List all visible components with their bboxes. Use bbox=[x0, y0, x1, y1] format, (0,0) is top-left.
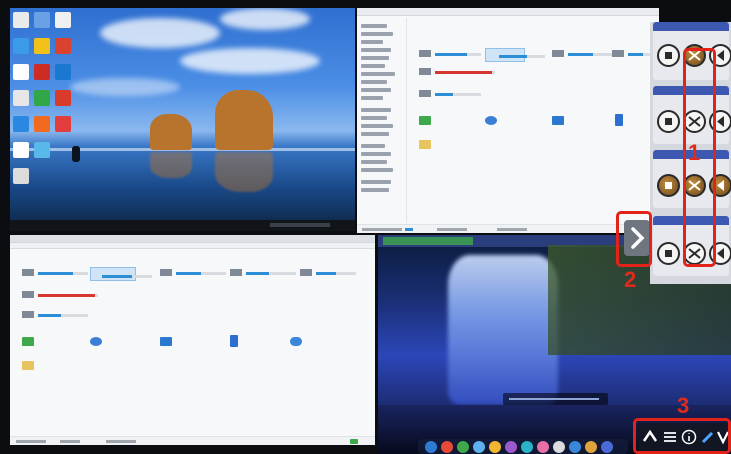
rock-arch bbox=[215, 90, 273, 150]
annotation-box-2 bbox=[616, 211, 652, 267]
dock-app-icon[interactable] bbox=[569, 441, 581, 453]
file-explorer-top-right bbox=[357, 8, 659, 233]
network-location-icon[interactable] bbox=[90, 337, 102, 346]
desktop-icon[interactable] bbox=[34, 64, 50, 80]
network-location-icon[interactable] bbox=[230, 335, 238, 347]
desktop-icon[interactable] bbox=[13, 116, 29, 132]
explorer-titlebar bbox=[10, 235, 375, 243]
waterfall bbox=[448, 255, 558, 405]
explorer-sidebar bbox=[357, 18, 407, 223]
explorer-titlebar bbox=[357, 8, 659, 16]
dock-app-icon[interactable] bbox=[457, 441, 469, 453]
network-location-icon[interactable] bbox=[615, 114, 623, 126]
dock-app-icon[interactable] bbox=[553, 441, 565, 453]
desktop-icon[interactable] bbox=[13, 90, 29, 106]
file-explorer-bottom-left bbox=[10, 235, 375, 445]
network-location-icon[interactable] bbox=[160, 337, 172, 346]
network-location-icon[interactable] bbox=[290, 337, 302, 346]
runner-figure bbox=[72, 146, 80, 162]
explorer-statusbar bbox=[10, 436, 375, 445]
desktop-top-left bbox=[10, 8, 355, 231]
annotation-label-2: 2 bbox=[624, 267, 637, 292]
dock-app-icon[interactable] bbox=[473, 441, 485, 453]
folder-icon[interactable] bbox=[419, 140, 431, 149]
desktop-icon[interactable] bbox=[34, 12, 50, 28]
dock-app-icon[interactable] bbox=[441, 441, 453, 453]
dock-app-icon[interactable] bbox=[585, 441, 597, 453]
network-location-icon[interactable] bbox=[552, 116, 564, 125]
dock-app-icon[interactable] bbox=[521, 441, 533, 453]
taskbar bbox=[10, 220, 355, 231]
explorer-statusbar bbox=[357, 224, 659, 233]
stop-icon[interactable] bbox=[657, 44, 680, 67]
desktop-icon[interactable] bbox=[55, 12, 71, 28]
dock-app-icon[interactable] bbox=[505, 441, 517, 453]
desktop-icon[interactable] bbox=[13, 142, 29, 158]
stop-icon[interactable] bbox=[657, 110, 680, 133]
stop-icon[interactable] bbox=[657, 174, 680, 197]
annotation-label-3: 3 bbox=[677, 393, 690, 418]
desktop-icon[interactable] bbox=[34, 90, 50, 106]
desktop-icon[interactable] bbox=[34, 142, 50, 158]
desktop-icon[interactable] bbox=[55, 38, 71, 54]
media-player-bar[interactable] bbox=[503, 393, 608, 405]
network-location-icon[interactable] bbox=[419, 116, 431, 125]
desktop-icon[interactable] bbox=[55, 116, 71, 132]
dock-app-icon[interactable] bbox=[489, 441, 501, 453]
rock-left bbox=[150, 114, 192, 150]
network-location-icon[interactable] bbox=[22, 337, 34, 346]
annotation-box-3 bbox=[633, 418, 731, 454]
dock-app-icon[interactable] bbox=[425, 441, 437, 453]
desktop-icon[interactable] bbox=[13, 12, 29, 28]
dock-app-icon[interactable] bbox=[537, 441, 549, 453]
folder-icon[interactable] bbox=[22, 361, 34, 370]
desktop-icon[interactable] bbox=[13, 38, 29, 54]
stop-icon[interactable] bbox=[657, 242, 680, 265]
desktop-icon[interactable] bbox=[13, 168, 29, 184]
desktop-icon[interactable] bbox=[34, 116, 50, 132]
desktop-icon[interactable] bbox=[13, 64, 29, 80]
desktop-icon[interactable] bbox=[34, 38, 50, 54]
dock-app-icon[interactable] bbox=[601, 441, 613, 453]
network-location-icon[interactable] bbox=[485, 116, 497, 125]
desktop-icon[interactable] bbox=[55, 64, 71, 80]
desktop-icon[interactable] bbox=[55, 90, 71, 106]
annotation-label-1: 1 bbox=[688, 140, 701, 165]
